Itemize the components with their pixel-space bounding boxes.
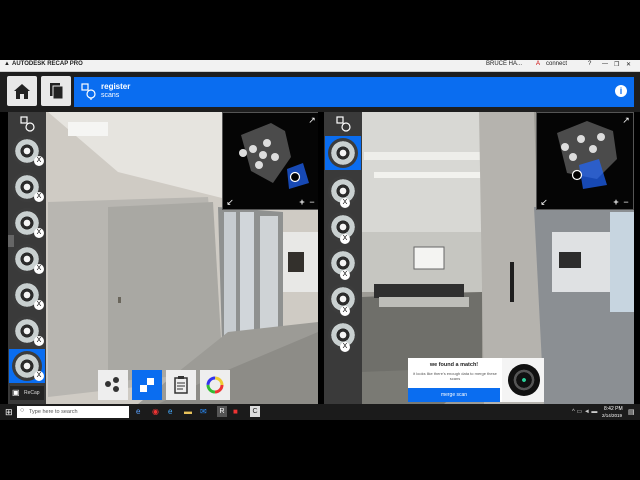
scan-status-icon: X (34, 336, 44, 346)
cube-icon: ▣ (12, 388, 20, 397)
right-scan-view[interactable]: X X X X X ↗ ↙ + − we found a match! it l… (324, 112, 634, 404)
clipboard-tool-button[interactable] (166, 370, 196, 400)
mail-icon[interactable]: ✉ (200, 407, 207, 416)
left-scan-view[interactable]: X X X X X X X ▣ ReCap ↗ ↙ + − (8, 112, 318, 404)
scan-status-icon: X (34, 371, 44, 381)
left-minimap[interactable]: ↗ ↙ + − (222, 112, 318, 210)
home-icon (14, 84, 30, 99)
selected-scan[interactable]: X (9, 349, 45, 383)
merge-scan-button[interactable]: merge scan (408, 388, 500, 402)
clipboard-icon (174, 376, 188, 394)
clock-time: 8:42 PM (604, 406, 623, 412)
scan-status-icon: X (340, 270, 350, 280)
grid-tool-button[interactable] (132, 370, 162, 400)
register-bar: register scans i (74, 77, 634, 107)
app-title: AUTODESK RECAP PRO (12, 61, 83, 67)
selected-scan[interactable] (325, 136, 361, 170)
help-button[interactable]: ? (588, 61, 591, 67)
scan-status-icon: X (34, 156, 44, 166)
recap-badge: ▣ ReCap (10, 386, 44, 400)
header: register scans i (0, 72, 640, 112)
edge-alt-icon[interactable]: e (168, 407, 172, 416)
collapse-icon[interactable]: ↙ (225, 197, 235, 207)
user-name[interactable]: BRUCE HA... (486, 61, 522, 67)
right-minimap-plan (557, 121, 617, 189)
scan-status-icon: X (34, 228, 44, 238)
search-icon: ○ (20, 407, 25, 414)
scan-status-icon: X (340, 198, 350, 208)
left-scan-strip: X X X X X X X ▣ ReCap (8, 112, 46, 404)
notification-icon[interactable]: ▤ (628, 408, 635, 416)
autodesk-icon: A (536, 61, 541, 67)
recap-taskbar-icon[interactable]: R (217, 406, 227, 417)
recap-label: ReCap (24, 390, 40, 396)
register-scans-icon (20, 116, 35, 132)
app-logo-icon: ▲ (4, 61, 10, 67)
match-body: it looks like there's enough data to mer… (413, 371, 497, 381)
chrome-icon[interactable]: ◉ (152, 407, 159, 416)
scatter-icon (105, 377, 119, 392)
scan-status-icon: X (340, 306, 350, 316)
strip-scroll-handle[interactable] (8, 235, 14, 247)
color-wheel-icon (206, 376, 224, 394)
match-target-icon (508, 364, 540, 396)
tray-icons[interactable]: ^ ▭ ◄ ▬ (572, 408, 597, 415)
zoom-out-button[interactable]: − (307, 197, 317, 207)
match-dialog: we found a match! it looks like there's … (408, 358, 544, 402)
scan-status-icon: X (34, 192, 44, 202)
register-scans-icon (81, 83, 96, 100)
scan-thumbnail[interactable] (328, 138, 358, 168)
expand-icon[interactable]: ↗ (307, 115, 317, 125)
copy-icon (50, 83, 64, 100)
edge-icon[interactable]: e (136, 407, 140, 416)
zoom-in-button[interactable]: + (297, 197, 307, 207)
register-title: register (101, 82, 131, 91)
right-minimap[interactable]: ↗ ↙ + − (536, 112, 634, 210)
copy-button[interactable] (41, 76, 71, 106)
register-scans-icon (336, 116, 351, 132)
minimize-button[interactable]: — (602, 61, 608, 67)
zoom-in-button[interactable]: + (611, 197, 621, 207)
info-button[interactable]: i (615, 85, 627, 97)
windows-start-icon[interactable]: ⊞ (5, 407, 13, 418)
acrobat-icon[interactable]: ■ (233, 407, 238, 416)
taskbar-search[interactable]: ○ Type here to search (17, 406, 129, 418)
connect-menu[interactable]: connect (546, 61, 567, 67)
scan-status-icon: X (340, 234, 350, 244)
color-tool-button[interactable] (200, 370, 230, 400)
scan-status-icon: X (340, 342, 350, 352)
collapse-icon[interactable]: ↙ (539, 197, 549, 207)
left-minimap-plan (239, 123, 309, 189)
close-button[interactable]: ✕ (626, 61, 631, 68)
zoom-out-button[interactable]: − (621, 197, 631, 207)
match-preview (502, 358, 544, 402)
taskbar: ⊞ ○ Type here to search e ◉ e ▬ ✉ R ■ C … (0, 404, 640, 420)
folder-icon[interactable]: ▬ (184, 407, 192, 416)
scan-status-icon: X (34, 300, 44, 310)
match-title: we found a match! (429, 362, 479, 368)
clock-date: 2/14/2019 (602, 413, 623, 418)
maximize-button[interactable]: ❐ (614, 61, 619, 68)
scan-status-icon: X (34, 264, 44, 274)
expand-icon[interactable]: ↗ (621, 115, 631, 125)
home-button[interactable] (7, 76, 37, 106)
scatter-tool-button[interactable] (98, 370, 128, 400)
grid-icon (140, 378, 154, 392)
search-placeholder: Type here to search (29, 409, 78, 415)
app-taskbar-icon[interactable]: C (250, 406, 260, 417)
right-scan-strip: X X X X X (324, 112, 362, 404)
title-bar: ▲ AUTODESK RECAP PRO BRUCE HA... A conne… (0, 60, 640, 72)
register-subtitle: scans (101, 92, 120, 99)
